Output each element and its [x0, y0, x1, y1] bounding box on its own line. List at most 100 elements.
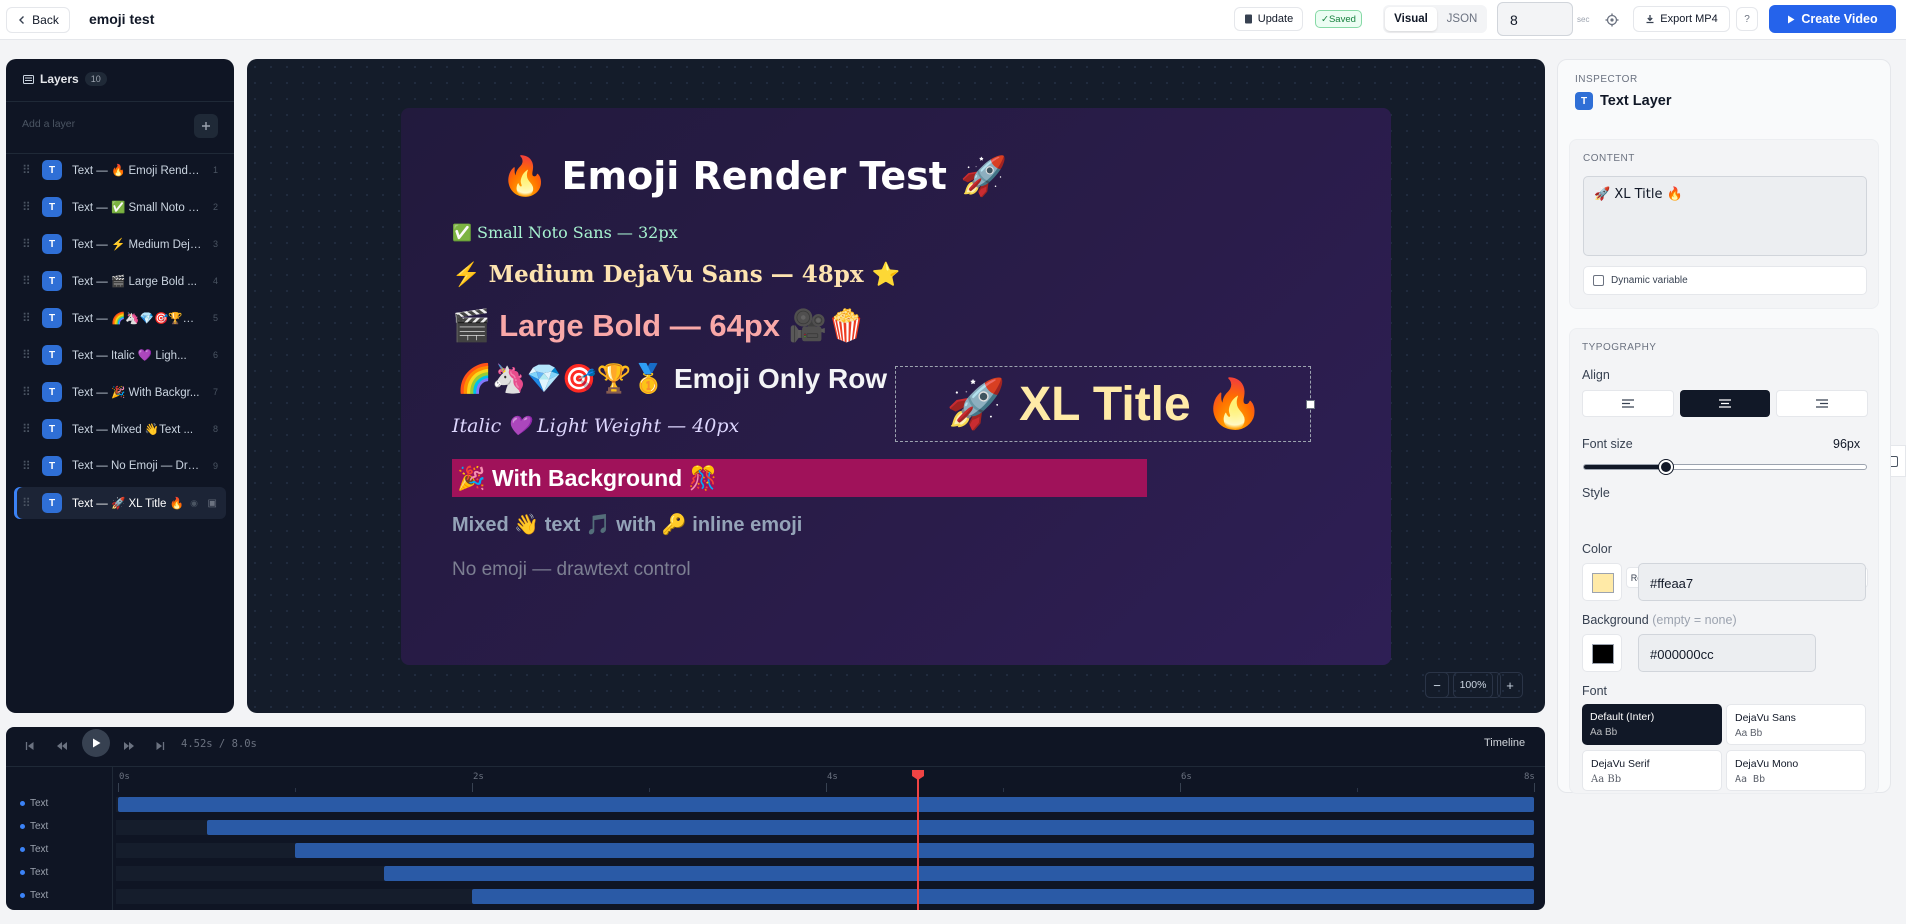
settings-button[interactable] [1601, 9, 1623, 31]
layer-index: 9 [212, 461, 218, 471]
dynamic-variable-row[interactable]: Dynamic variable [1583, 266, 1867, 295]
fast-forward-button[interactable] [123, 738, 135, 756]
font-size-value: 96px [1833, 437, 1861, 451]
font-size-slider-thumb[interactable] [1658, 460, 1673, 474]
align-right-button[interactable] [1776, 390, 1868, 417]
background-hex-input[interactable]: #000000cc [1638, 634, 1816, 672]
create-label: Create Video [1801, 12, 1878, 26]
content-textarea[interactable]: 🚀 XL Title 🔥 [1583, 176, 1867, 256]
font-option-button[interactable]: DejaVu Sans Aa Bb [1726, 704, 1866, 745]
stage-emoji-row-text[interactable]: 🌈🦄💎🎯🏆🥇 Emoji Only Row [457, 362, 887, 395]
drag-handle-icon[interactable]: ⠿ [22, 237, 36, 251]
help-button[interactable]: ? [1736, 7, 1758, 31]
lock-icon[interactable]: ▣ [208, 498, 217, 509]
tab-json[interactable]: JSON [1439, 7, 1485, 31]
track-dot [20, 893, 25, 898]
timeline-tick-mark [1180, 783, 1181, 792]
font-option-button[interactable]: DejaVu Serif Aa Bb [1582, 750, 1722, 791]
stage-small-text[interactable]: ✅ Small Noto Sans — 32px [452, 223, 678, 242]
stage-title-text[interactable]: 🔥 Emoji Render Test 🚀 [501, 154, 1008, 199]
font-option-button[interactable]: DejaVu Mono Aa Bb [1726, 750, 1866, 791]
tab-visual[interactable]: Visual [1385, 7, 1437, 31]
layer-list-item[interactable]: ⠿ T Text — ✅ Small Noto S... 2 [14, 191, 226, 223]
stage-with-bg-text: 🎉 With Background 🎊 [457, 465, 718, 491]
layer-list-item[interactable]: ⠿ T Text — 🔥 Emoji Rende... 1 [14, 154, 226, 186]
layer-index: 8 [212, 424, 218, 434]
align-left-button[interactable] [1582, 390, 1674, 417]
timeline-minor-tick [649, 788, 650, 792]
stage-mixed-text[interactable]: Mixed 👋 text 🎵 with 🔑 inline emoji [452, 512, 802, 537]
export-mp4-button[interactable]: Export MP4 [1633, 6, 1730, 32]
drag-handle-icon[interactable]: ⠿ [22, 459, 36, 473]
skip-start-button[interactable] [25, 738, 35, 756]
layer-list-item[interactable]: ⠿ T Text — 🎉 With Backgr... 7 [14, 376, 226, 408]
top-bar: Back emoji test Update ✓Saved Visual JSO… [0, 0, 1906, 40]
add-layer-input[interactable]: Add a layer [22, 118, 75, 130]
stage-italic-text[interactable]: Italic 💜 Light Weight — 40px [452, 414, 739, 437]
duration-input[interactable]: 8 [1497, 2, 1573, 36]
resize-handle[interactable] [1306, 400, 1315, 409]
timeline-clip-bar[interactable] [295, 843, 1534, 858]
skip-end-button[interactable] [155, 738, 165, 756]
drag-handle-icon[interactable]: ⠿ [22, 385, 36, 399]
drag-handle-icon[interactable]: ⠿ [22, 163, 36, 177]
layer-list-item[interactable]: ⠿ T Text — 🚀 XL Title 🔥 ◉ ▣ [14, 487, 226, 519]
content-section-label: CONTENT [1583, 153, 1635, 164]
background-swatch-button[interactable] [1582, 634, 1622, 672]
playhead[interactable] [912, 770, 925, 910]
layer-name: Text — 🚀 XL Title 🔥 [72, 498, 184, 510]
stage-medium-text[interactable]: ⚡ Medium DejaVu Sans — 48px ⭐ [452, 261, 900, 288]
layer-list-item[interactable]: ⠿ T Text — 🎬 Large Bold ... 4 [14, 265, 226, 297]
timeline-tick-mark [472, 783, 473, 792]
layer-list-item[interactable]: ⠿ T Text — No Emoji — Dra... 9 [14, 450, 226, 482]
font-size-slider[interactable] [1583, 460, 1867, 474]
zoom-in-button[interactable]: + [1497, 672, 1523, 698]
align-label: Align [1582, 368, 1610, 382]
timeline-clip-bar[interactable] [472, 889, 1534, 904]
align-center-button[interactable] [1680, 390, 1770, 417]
skip-end-icon [155, 741, 165, 751]
playhead-handle[interactable] [912, 770, 925, 780]
layer-name: Text — 🎬 Large Bold ... [72, 276, 197, 288]
timeline-tick-label: 2s [473, 772, 484, 782]
timeline-clip-bar[interactable] [206, 820, 1534, 835]
timeline-clip-bar[interactable] [118, 797, 1534, 812]
color-swatch-button[interactable] [1582, 563, 1622, 601]
timeline-minor-tick [295, 788, 296, 792]
add-layer-button[interactable] [194, 114, 218, 138]
stage-no-emoji-text[interactable]: No emoji — drawtext control [452, 559, 691, 581]
track-label: Text [20, 890, 48, 901]
drag-handle-icon[interactable]: ⠿ [22, 496, 36, 510]
layer-list-item[interactable]: ⠿ T Text — Mixed 👋Text ... 8 [14, 413, 226, 445]
typography-section-label: TYPOGRAPHY [1582, 342, 1657, 353]
play-pause-button[interactable] [82, 729, 110, 757]
text-layer-icon: T [42, 419, 62, 439]
drag-handle-icon[interactable]: ⠿ [22, 348, 36, 362]
drag-handle-icon[interactable]: ⠿ [22, 200, 36, 214]
update-button[interactable]: Update [1234, 7, 1303, 31]
stage-background-bar[interactable]: 🎉 With Background 🎊 [452, 459, 1147, 497]
zoom-out-button[interactable]: − [1425, 672, 1449, 698]
rewind-icon [56, 741, 68, 751]
stage-large-text[interactable]: 🎬 Large Bold — 64px 🎥🍿 [452, 307, 866, 344]
gear-icon [1605, 13, 1619, 27]
align-right-icon [1816, 399, 1828, 408]
layers-header: Layers 10 [23, 72, 107, 86]
eye-icon[interactable]: ◉ [190, 498, 198, 509]
color-hex-input[interactable]: #ffeaa7 [1638, 563, 1866, 601]
drag-handle-icon[interactable]: ⠿ [22, 422, 36, 436]
back-button[interactable]: Back [6, 7, 70, 33]
drag-handle-icon[interactable]: ⠿ [22, 274, 36, 288]
create-video-button[interactable]: Create Video [1769, 5, 1896, 33]
drag-handle-icon[interactable]: ⠿ [22, 311, 36, 325]
selected-layer-box[interactable]: 🚀 XL Title 🔥 [895, 366, 1315, 442]
timeline-clip-bar[interactable] [383, 866, 1534, 881]
layer-list-item[interactable]: ⠿ T Text — ⚡ Medium Deja... 3 [14, 228, 226, 260]
video-preview-stage[interactable]: 🔥 Emoji Render Test 🚀 ✅ Small Noto Sans … [401, 108, 1391, 665]
rewind-button[interactable] [56, 738, 68, 756]
font-option-button[interactable]: Default (Inter) Aa Bb [1582, 704, 1722, 745]
dynamic-variable-checkbox[interactable] [1593, 275, 1604, 286]
track-label: Text [20, 821, 48, 832]
layer-list-item[interactable]: ⠿ T Text — Italic 💜 Ligh... 6 [14, 339, 226, 371]
layer-list-item[interactable]: ⠿ T Text — 🌈🦄💎🎯🏆🥇... 5 [14, 302, 226, 334]
